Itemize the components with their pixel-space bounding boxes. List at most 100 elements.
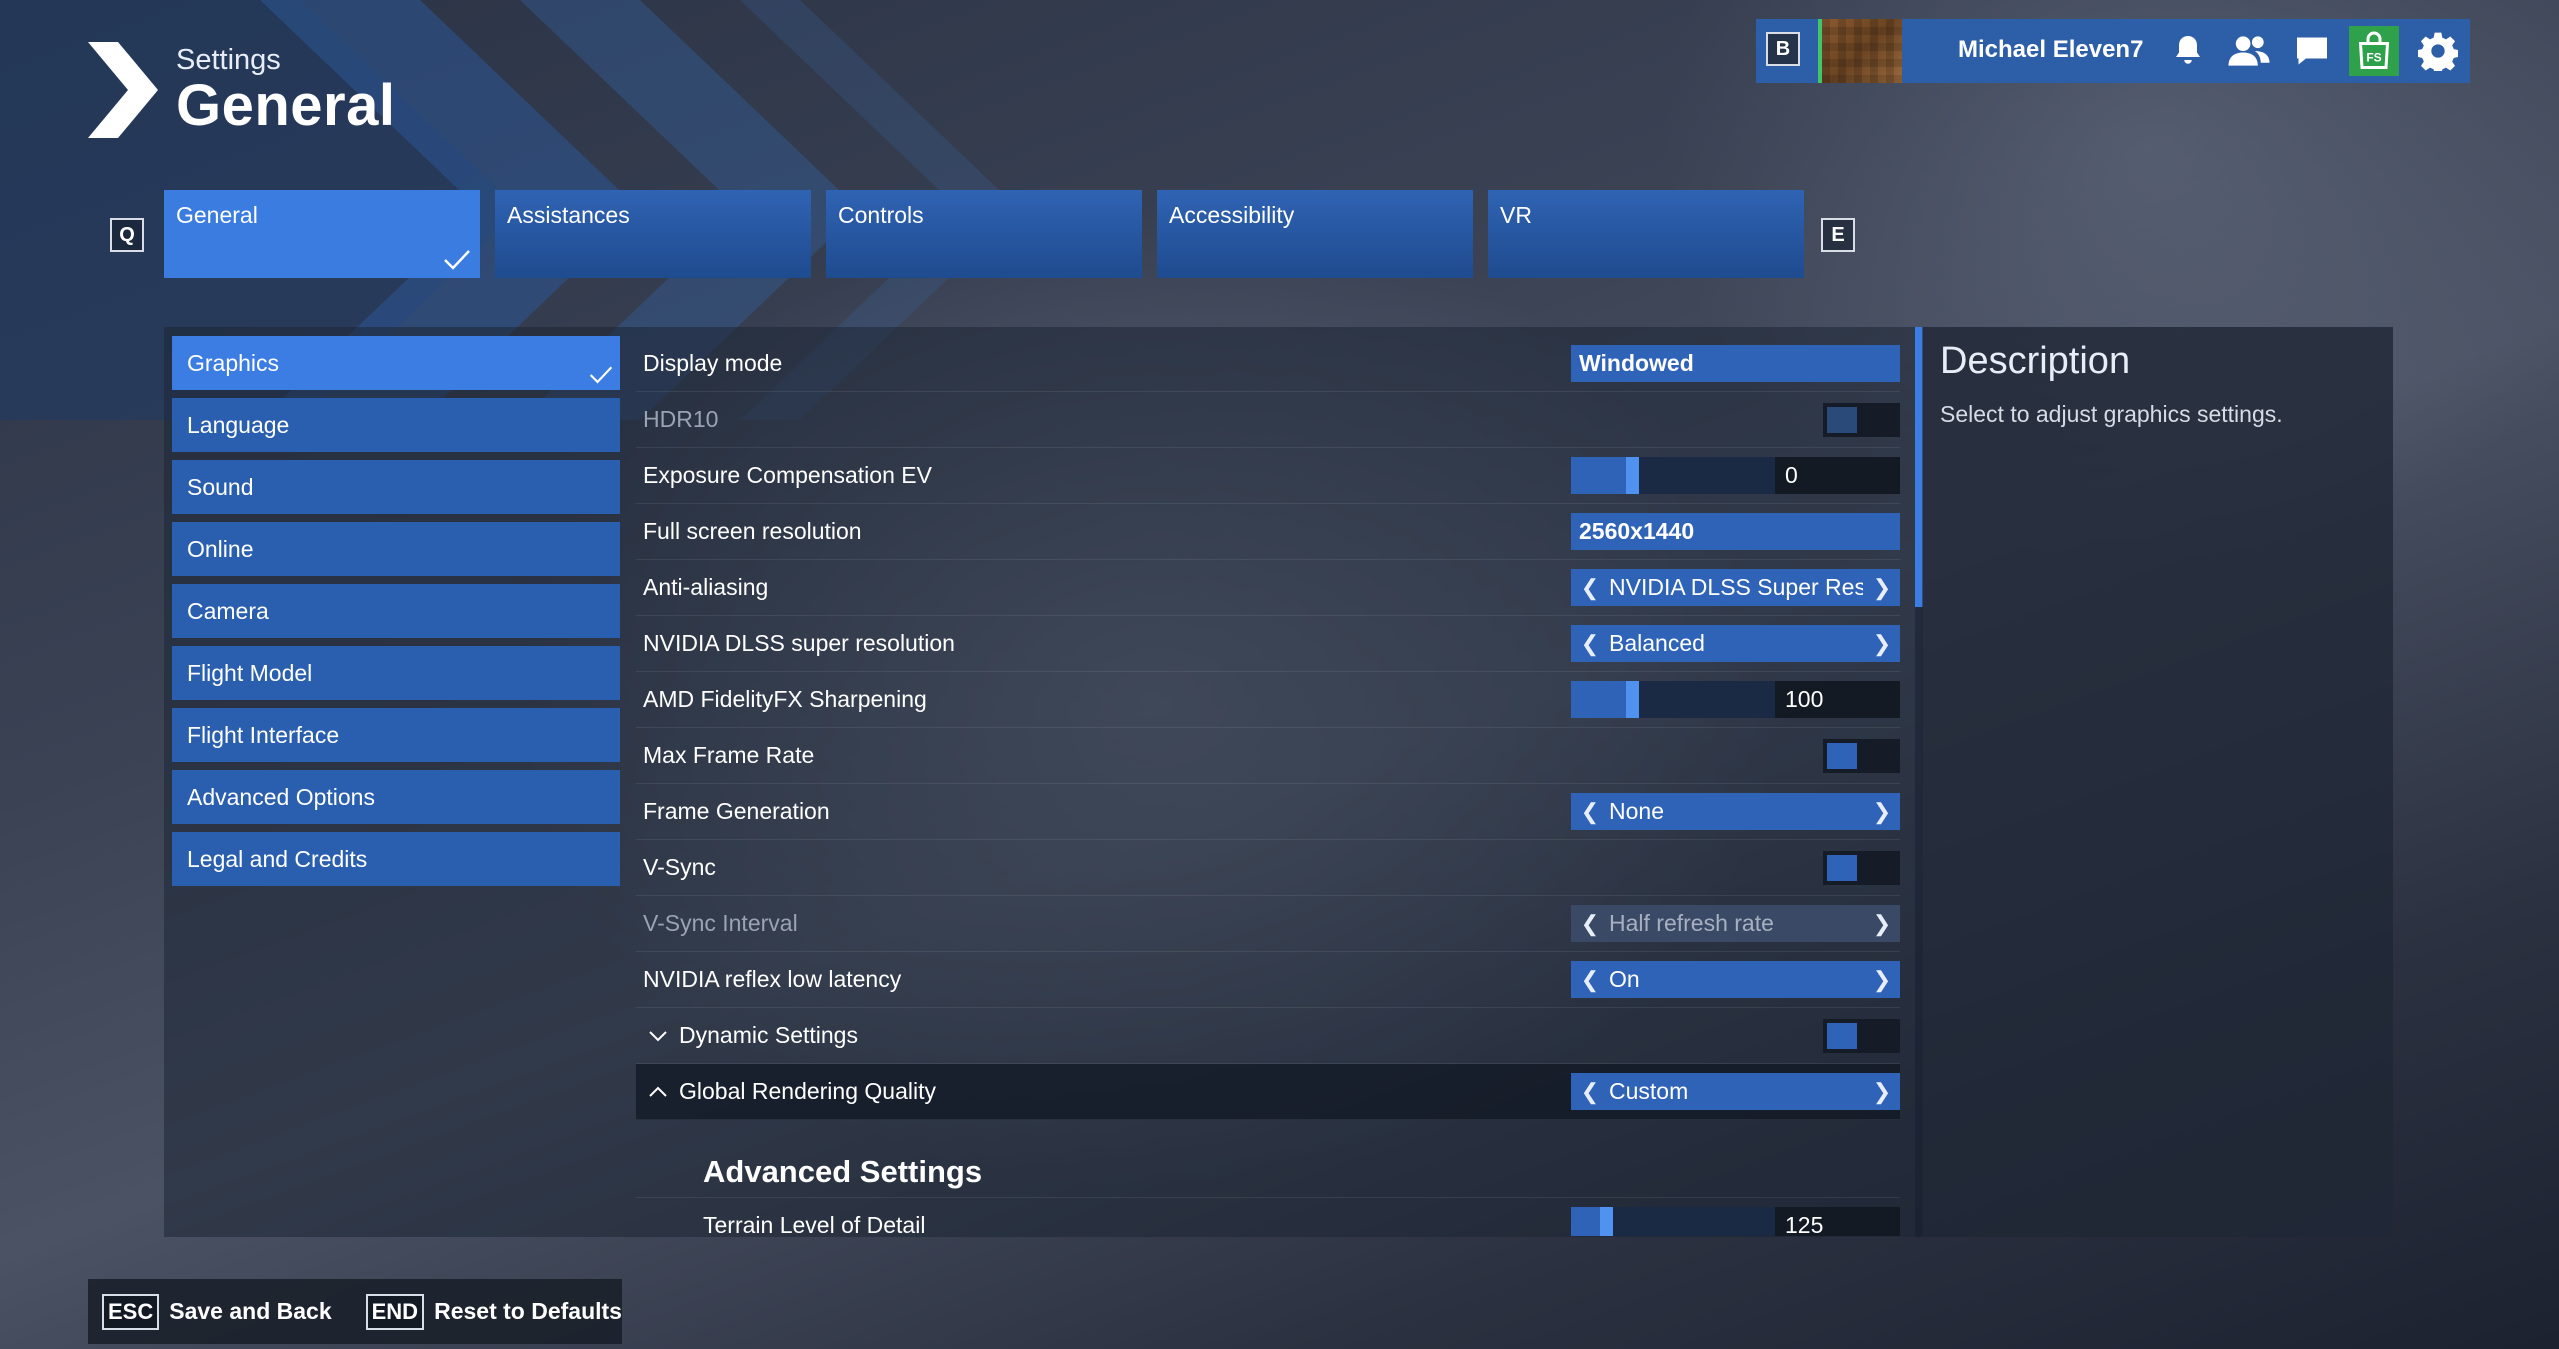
setting-anti-aliasing[interactable]: Anti-aliasing ❮ NVIDIA DLSS Super Resolu… xyxy=(636,560,1900,616)
chevron-left-icon[interactable]: ❮ xyxy=(1571,575,1609,601)
sidebar-item-sound[interactable]: Sound xyxy=(172,460,620,514)
sidebar-item-online[interactable]: Online xyxy=(172,522,620,576)
resolution-dropdown[interactable]: 2560x1440 xyxy=(1571,513,1900,550)
sidebar-item-legal-credits[interactable]: Legal and Credits xyxy=(172,832,620,886)
setting-label: V-Sync Interval xyxy=(643,910,798,936)
key-hint-q: Q xyxy=(110,218,144,252)
setting-frame-generation[interactable]: Frame Generation ❮ None ❯ xyxy=(636,784,1900,840)
setting-label: Exposure Compensation EV xyxy=(643,462,932,488)
setting-display-mode[interactable]: Display mode Windowed xyxy=(636,336,1900,392)
slider-thumb[interactable] xyxy=(1626,681,1640,718)
description-title: Description xyxy=(1940,340,2131,382)
tab-accessibility[interactable]: Accessibility xyxy=(1157,190,1473,278)
slider-value[interactable]: 0 xyxy=(1775,457,1900,494)
gear-icon[interactable] xyxy=(2413,26,2463,76)
toggle-knob xyxy=(1827,855,1857,881)
setting-vsync[interactable]: V-Sync xyxy=(636,840,1900,896)
display-mode-dropdown[interactable]: Windowed xyxy=(1571,345,1900,382)
setting-label: NVIDIA DLSS super resolution xyxy=(643,630,955,656)
setting-dlss[interactable]: NVIDIA DLSS super resolution ❮ Balanced … xyxy=(636,616,1900,672)
sidebar-item-label: Legal and Credits xyxy=(187,845,368,872)
anti-aliasing-selector[interactable]: ❮ NVIDIA DLSS Super Resolution ❯ xyxy=(1571,569,1900,606)
sidebar-item-flight-model[interactable]: Flight Model xyxy=(172,646,620,700)
sidebar-item-language[interactable]: Language xyxy=(172,398,620,452)
setting-hdr10: HDR10 xyxy=(636,392,1900,448)
setting-label: Full screen resolution xyxy=(643,518,862,544)
tab-vr[interactable]: VR xyxy=(1488,190,1804,278)
hdr10-toggle xyxy=(1823,403,1900,437)
tab-controls[interactable]: Controls xyxy=(826,190,1142,278)
reflex-selector[interactable]: ❮ On ❯ xyxy=(1571,961,1900,998)
exposure-slider[interactable]: 0 xyxy=(1571,457,1900,494)
chevron-left-icon[interactable]: ❮ xyxy=(1571,799,1609,825)
tab-general[interactable]: General xyxy=(164,190,480,278)
chevron-left-icon[interactable]: ❮ xyxy=(1571,631,1609,657)
setting-global-rendering-quality[interactable]: Global Rendering Quality ❮ Custom ❯ xyxy=(636,1064,1900,1120)
sidebar-item-flight-interface[interactable]: Flight Interface xyxy=(172,708,620,762)
username[interactable]: Michael Eleven7 xyxy=(1958,36,2143,64)
setting-fidelityfx[interactable]: AMD FidelityFX Sharpening 100 xyxy=(636,672,1900,728)
advanced-settings-header: Advanced Settings xyxy=(636,1120,1900,1198)
tab-label: VR xyxy=(1500,202,1532,228)
sidebar-item-label: Language xyxy=(187,411,290,438)
footer-bar: ESC Save and Back END Reset to Defaults xyxy=(88,1279,622,1344)
store-icon[interactable]: FS xyxy=(2349,26,2399,76)
sidebar-item-label: Camera xyxy=(187,597,269,624)
section-title: Advanced Settings xyxy=(703,1154,983,1189)
slider-track[interactable] xyxy=(1571,1207,1775,1236)
fidelityfx-slider[interactable]: 100 xyxy=(1571,681,1900,718)
global-quality-selector[interactable]: ❮ Custom ❯ xyxy=(1571,1073,1900,1110)
max-frame-rate-toggle[interactable] xyxy=(1823,739,1900,773)
toggle-knob xyxy=(1827,743,1857,769)
svg-text:FS: FS xyxy=(2366,51,2381,65)
setting-exposure[interactable]: Exposure Compensation EV 0 xyxy=(636,448,1900,504)
setting-terrain-lod[interactable]: Terrain Level of Detail 125 xyxy=(636,1198,1900,1236)
setting-resolution[interactable]: Full screen resolution 2560x1440 xyxy=(636,504,1900,560)
slider-value[interactable]: 125 xyxy=(1775,1207,1900,1236)
toggle-knob xyxy=(1827,407,1857,433)
vsync-toggle[interactable] xyxy=(1823,851,1900,885)
sidebar-item-label: Graphics xyxy=(187,349,280,376)
chevron-right-icon[interactable]: ❯ xyxy=(1863,967,1900,993)
bell-icon[interactable] xyxy=(2163,26,2213,76)
chevron-right-icon: ❯ xyxy=(1872,910,1892,936)
setting-dynamic-settings[interactable]: Dynamic Settings xyxy=(636,1008,1900,1064)
dynamic-settings-toggle[interactable] xyxy=(1823,1019,1900,1053)
chevron-right-icon[interactable]: ❯ xyxy=(1863,1079,1900,1105)
checkmark-icon xyxy=(444,250,470,270)
slider-thumb[interactable] xyxy=(1599,1207,1613,1236)
toggle-knob xyxy=(1827,1023,1857,1049)
setting-reflex[interactable]: NVIDIA reflex low latency ❮ On ❯ xyxy=(636,952,1900,1008)
setting-max-frame-rate[interactable]: Max Frame Rate xyxy=(636,728,1900,784)
terrain-lod-slider[interactable]: 125 xyxy=(1571,1207,1900,1236)
chevron-right-icon[interactable]: ❯ xyxy=(1863,631,1900,657)
chevron-up-icon[interactable] xyxy=(648,1085,668,1099)
friends-icon[interactable] xyxy=(2224,26,2274,76)
save-and-back-button[interactable]: Save and Back xyxy=(169,1298,331,1325)
chevron-left-icon[interactable]: ❮ xyxy=(1571,967,1609,993)
tab-label: Assistances xyxy=(507,202,630,228)
sidebar-item-label: Sound xyxy=(187,473,254,500)
tab-assistances[interactable]: Assistances xyxy=(495,190,811,278)
avatar[interactable] xyxy=(1818,19,1902,83)
chevron-right-icon[interactable]: ❯ xyxy=(1863,799,1900,825)
chevron-down-icon[interactable] xyxy=(648,1029,668,1043)
chat-icon[interactable] xyxy=(2287,26,2337,76)
dlss-selector[interactable]: ❮ Balanced ❯ xyxy=(1571,625,1900,662)
slider-track[interactable] xyxy=(1571,457,1775,494)
tab-label: General xyxy=(176,202,258,228)
reset-defaults-button[interactable]: Reset to Defaults xyxy=(434,1298,622,1325)
description-text: Select to adjust graphics settings. xyxy=(1940,401,2283,427)
setting-label: Global Rendering Quality xyxy=(679,1078,936,1104)
chevron-left-icon[interactable]: ❮ xyxy=(1571,1079,1609,1105)
slider-track[interactable] xyxy=(1571,681,1775,718)
sidebar-item-label: Flight Model xyxy=(187,659,313,686)
sidebar-item-graphics[interactable]: Graphics xyxy=(172,336,620,390)
selector-value: NVIDIA DLSS Super Resolution xyxy=(1609,574,1863,600)
sidebar-item-advanced-options[interactable]: Advanced Options xyxy=(172,770,620,824)
sidebar-item-camera[interactable]: Camera xyxy=(172,584,620,638)
slider-value[interactable]: 100 xyxy=(1775,681,1900,718)
slider-thumb[interactable] xyxy=(1626,457,1640,494)
chevron-right-icon[interactable]: ❯ xyxy=(1863,575,1900,601)
frame-generation-selector[interactable]: ❮ None ❯ xyxy=(1571,793,1900,830)
